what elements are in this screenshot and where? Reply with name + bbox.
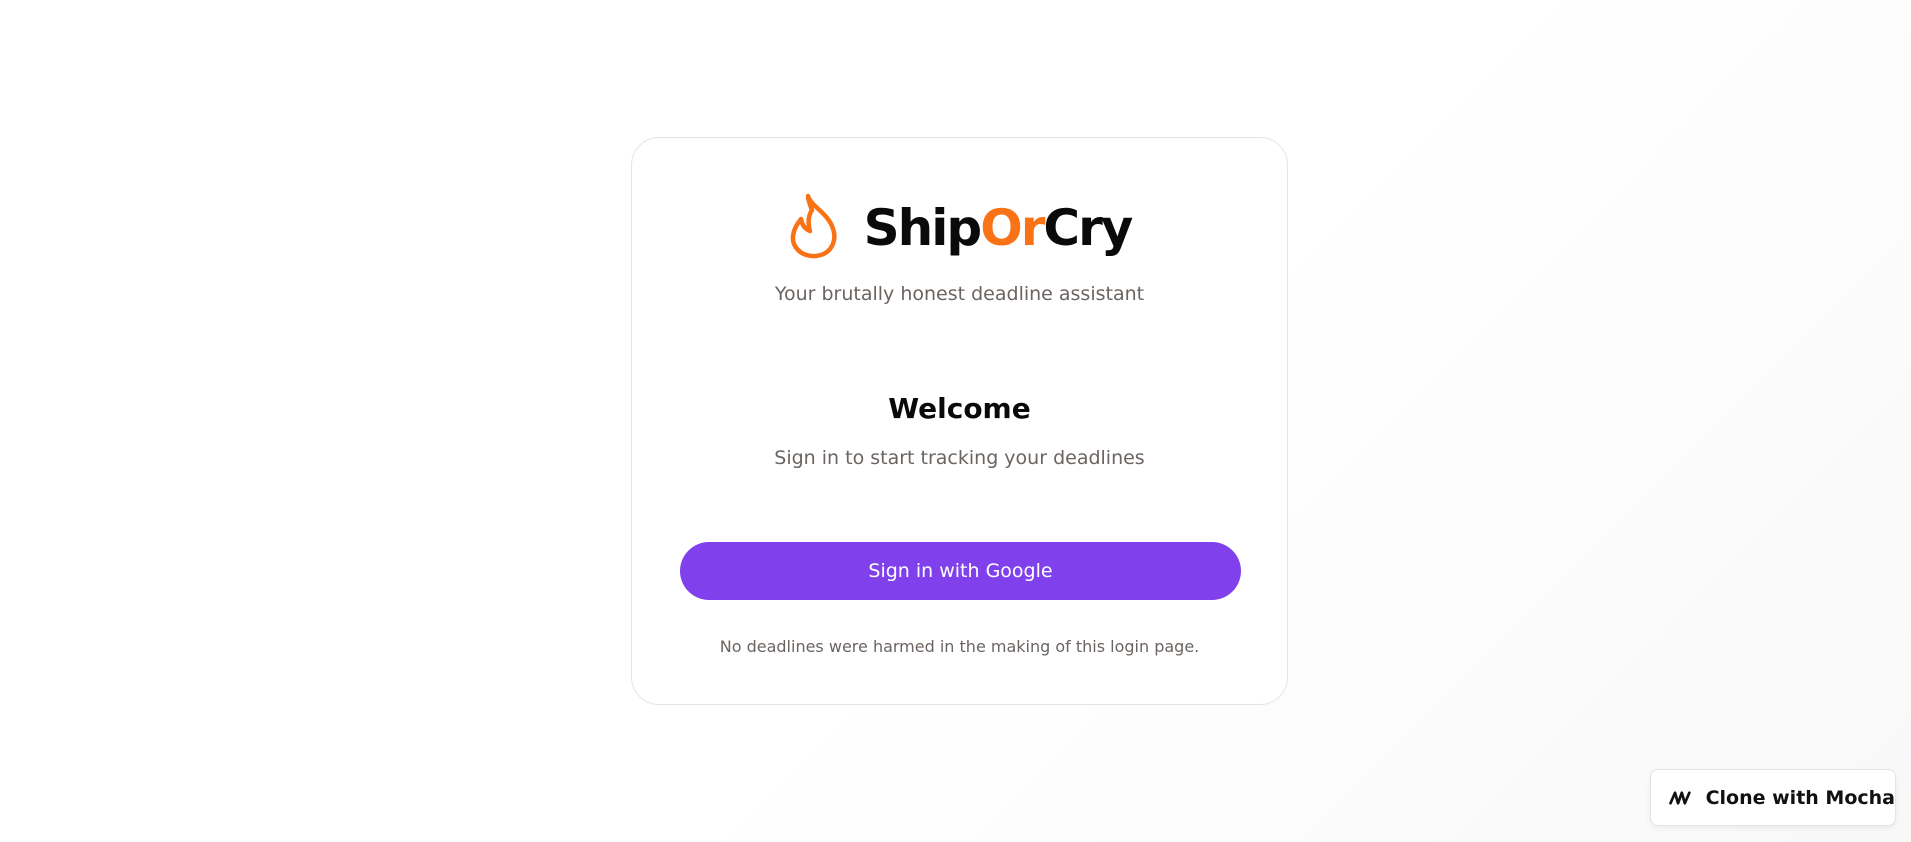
clone-with-mocha-button[interactable]: Clone with Mocha [1650, 769, 1896, 826]
welcome-heading: Welcome [888, 392, 1031, 425]
flame-icon [790, 193, 837, 259]
brand-name-ship: Ship [863, 199, 983, 257]
brand-name: ShipOrCry [863, 188, 1134, 268]
mocha-logo-icon [1669, 790, 1691, 805]
brand-name-cry: Cry [1043, 199, 1133, 257]
footnote: No deadlines were harmed in the making o… [719, 637, 1200, 656]
welcome-subtitle: Sign in to start tracking your deadlines [774, 447, 1145, 469]
clone-with-mocha-label: Clone with Mocha [1705, 786, 1895, 809]
brand-logo: ShipOrCry [632, 188, 1287, 268]
login-card: ShipOrCry Your brutally honest deadline … [631, 137, 1288, 705]
tagline: Your brutally honest deadline assistant [774, 283, 1145, 305]
sign-in-google-button[interactable]: Sign in with Google [680, 542, 1241, 600]
brand-name-or: Or [980, 199, 1045, 257]
